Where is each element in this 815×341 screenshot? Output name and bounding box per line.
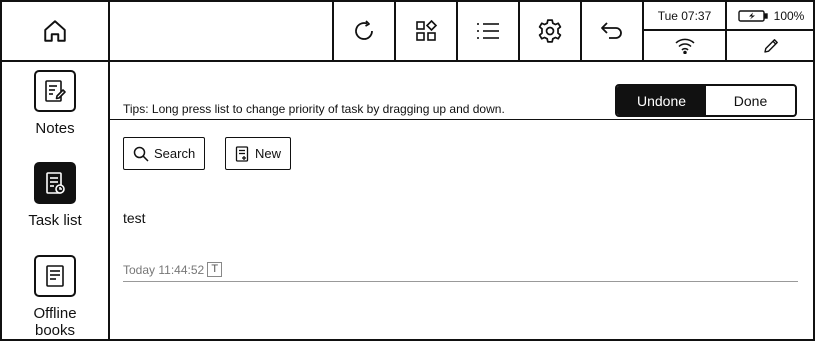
task-meta: Today 11:44:52 T — [123, 262, 223, 277]
list-icon — [477, 23, 499, 39]
text-type-badge: T — [207, 262, 223, 277]
book-icon — [34, 255, 76, 297]
top-toolbar: Tue 07:37 100% — [2, 2, 815, 62]
settings-button[interactable] — [518, 2, 580, 60]
status-tabs: Undone Done — [615, 84, 797, 117]
apps-button[interactable] — [394, 2, 456, 60]
pen-status[interactable] — [727, 31, 815, 60]
search-button-label: Search — [154, 146, 196, 161]
battery-icon — [737, 9, 768, 22]
sidebar-item-label: Task list — [28, 212, 82, 229]
sidebar-item-label: Offline books — [33, 305, 77, 339]
tips-text: Tips: Long press list to change priority… — [123, 102, 505, 116]
search-button[interactable]: Search — [123, 137, 206, 170]
back-button[interactable] — [580, 2, 642, 60]
refresh-icon — [355, 20, 373, 40]
sidebar-item-notes[interactable]: Notes — [2, 70, 108, 137]
clock: Tue 07:37 — [644, 2, 725, 31]
back-icon — [601, 22, 622, 39]
task-list-panel: Tips: Long press list to change priority… — [110, 62, 813, 339]
refresh-button[interactable] — [332, 2, 394, 60]
tab-done[interactable]: Done — [706, 86, 795, 115]
task-row-divider — [123, 281, 798, 282]
wifi-icon — [674, 38, 695, 54]
home-button[interactable] — [2, 2, 110, 60]
tab-undone[interactable]: Undone — [617, 86, 706, 115]
new-button[interactable]: New — [225, 137, 292, 170]
task-list-icon — [34, 162, 76, 204]
sidebar: Notes Task list Offline books — [2, 62, 110, 339]
battery-pen-cell: 100% — [725, 2, 815, 60]
search-icon — [133, 146, 149, 162]
task-title[interactable]: test — [123, 210, 146, 226]
list-button[interactable] — [456, 2, 518, 60]
notes-icon — [34, 70, 76, 112]
pen-icon — [764, 38, 778, 53]
new-note-icon — [235, 145, 249, 162]
device-frame: Tue 07:37 100% Notes Task list Offline b… — [0, 0, 815, 341]
task-timestamp: Today 11:44:52 — [123, 262, 205, 277]
wifi-status[interactable] — [644, 31, 725, 60]
header-divider — [110, 119, 813, 120]
battery-percent: 100% — [773, 8, 805, 23]
new-button-label: New — [255, 146, 282, 161]
sidebar-item-label: Notes — [35, 120, 75, 137]
sidebar-item-task-list[interactable]: Task list — [2, 162, 108, 229]
sidebar-item-offline-books[interactable]: Offline books — [2, 255, 108, 339]
apps-icon — [416, 19, 438, 41]
settings-icon — [538, 19, 562, 43]
battery-status: 100% — [727, 2, 815, 31]
clock-wifi-cell: Tue 07:37 — [642, 2, 725, 60]
home-icon — [44, 20, 66, 42]
